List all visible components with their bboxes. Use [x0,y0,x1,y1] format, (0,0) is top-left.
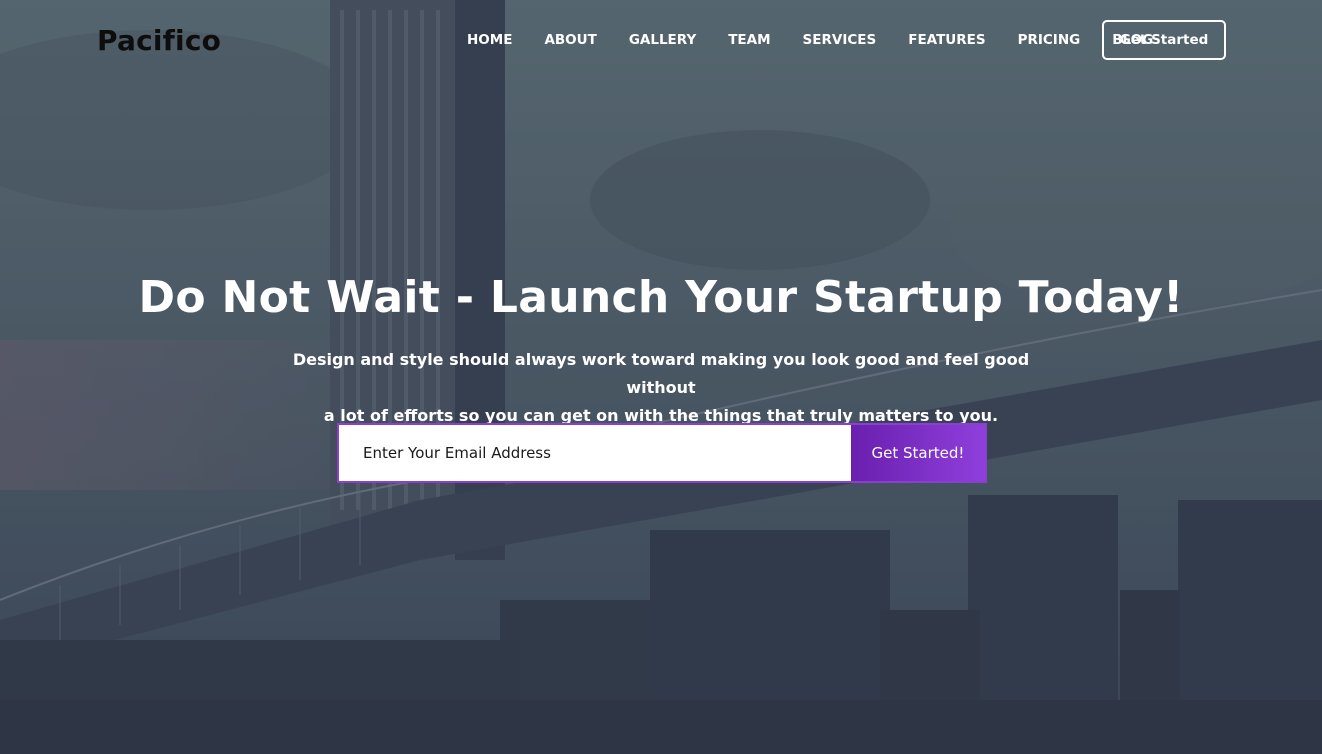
get-started-submit-button[interactable]: Get Started! [851,425,985,481]
nav-item-about[interactable]: ABOUT [528,31,612,49]
hero-subtext-line-1: Design and style should always work towa… [292,350,1030,397]
email-signup-form: Get Started! [337,423,987,483]
main-nav: HOME ABOUT GALLERY TEAM SERVICES FEATURE… [451,31,1169,49]
nav-item-gallery[interactable]: GALLERY [613,31,712,49]
nav-item-home[interactable]: HOME [451,31,528,49]
email-input[interactable] [339,425,851,481]
nav-item-features[interactable]: FEATURES [892,31,1001,49]
brand-logo[interactable]: Pacifico [97,24,221,57]
get-started-nav-button[interactable]: Get Started [1102,20,1226,60]
hero-subtext: Design and style should always work towa… [281,346,1041,430]
nav-item-team[interactable]: TEAM [712,31,786,49]
nav-item-services[interactable]: SERVICES [787,31,893,49]
hero-headline: Do Not Wait - Launch Your Startup Today! [138,272,1184,323]
nav-item-pricing[interactable]: PRICING [1002,31,1097,49]
